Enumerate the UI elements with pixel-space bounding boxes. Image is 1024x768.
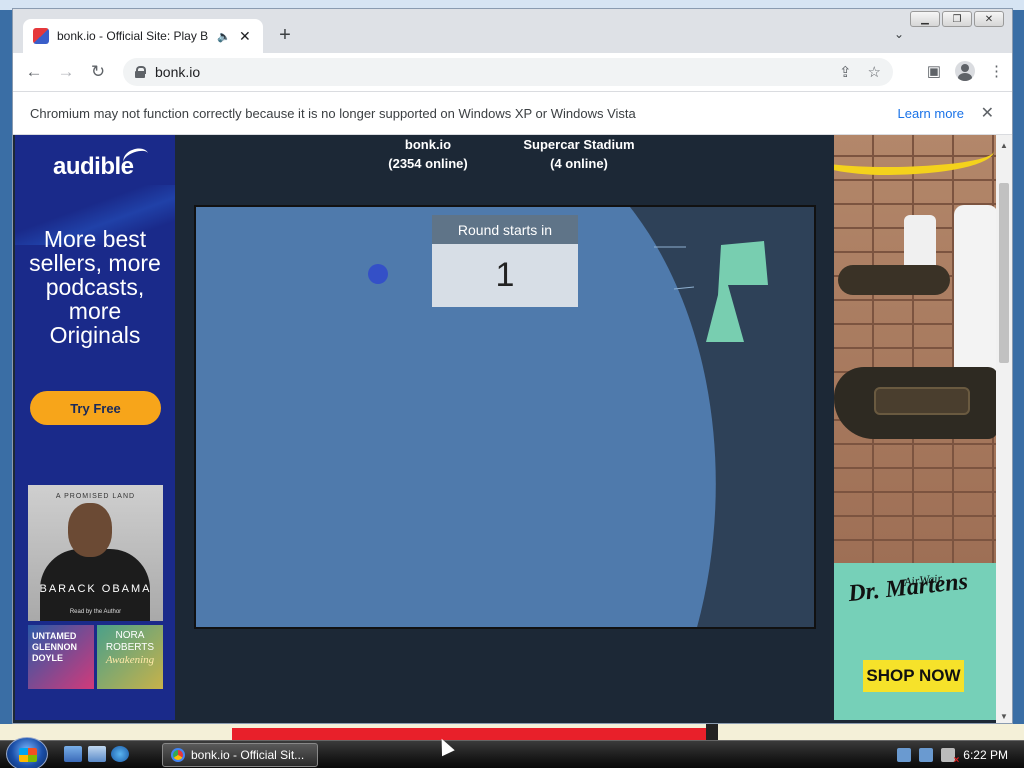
arena-platform xyxy=(706,241,768,342)
learn-more-link[interactable]: Learn more xyxy=(898,106,964,121)
toolbar-right-actions: ▣ ⋮ xyxy=(927,61,1004,81)
countdown-value: 1 xyxy=(495,256,515,294)
desktop-background-strip xyxy=(0,724,1024,740)
room-name: Supercar Stadium xyxy=(523,137,635,152)
show-desktop-icon[interactable] xyxy=(64,746,82,762)
book-cover-awakening[interactable]: NORA ROBERTS Awakening xyxy=(97,625,163,689)
page-scrollbar[interactable]: ▲ ▼ xyxy=(996,135,1012,723)
bonk-favicon-icon xyxy=(33,28,49,44)
scrollbar-thumb[interactable] xyxy=(999,183,1009,363)
forward-button[interactable]: → xyxy=(55,61,77,83)
omnibox-actions: ⇪ ☆ xyxy=(839,58,893,86)
window-controls: ▁ ❐ ✕ xyxy=(910,11,1004,27)
taskbar-item-chromium[interactable]: bonk.io - Official Sit... xyxy=(162,743,318,767)
ad-sandal-buckle xyxy=(874,387,970,415)
browser-toolbar: ← → ↻ bonk.io ⇪ ☆ ▣ ⋮ xyxy=(13,53,1012,91)
bookmark-star-icon[interactable]: ☆ xyxy=(868,63,881,81)
cover-figure-face xyxy=(68,503,112,557)
taskbar-item-label: bonk.io - Official Sit... xyxy=(191,748,305,762)
profile-avatar-icon[interactable] xyxy=(955,61,975,81)
countdown-label: Round starts in xyxy=(432,215,578,244)
book-cover-untamed[interactable]: UNTAMED GLENNON DOYLE xyxy=(28,625,94,689)
internet-explorer-icon[interactable] xyxy=(111,746,129,762)
desktop-dark-band xyxy=(706,724,718,740)
back-button[interactable]: ← xyxy=(23,61,45,83)
game-canvas[interactable]: Round starts in 1 xyxy=(194,205,816,629)
tab-bonk[interactable]: bonk.io - Official Site: Play B 🔈 ✕ xyxy=(23,19,263,53)
browser-window: ▁ ❐ ✕ bonk.io - Official Site: Play B 🔈 … xyxy=(12,8,1013,724)
volume-muted-icon[interactable] xyxy=(941,748,959,766)
dr-martens-ad[interactable]: Dr. Martens AirWair SHOP NOW xyxy=(834,135,998,720)
page-content: audible More best sellers, more podcasts… xyxy=(13,135,998,723)
start-button[interactable] xyxy=(6,737,48,768)
address-bar[interactable]: bonk.io ⇪ ☆ xyxy=(123,58,893,86)
new-tab-button[interactable]: + xyxy=(275,25,295,45)
desktop-red-band xyxy=(232,728,712,740)
infobar-close-icon[interactable]: ✕ xyxy=(981,103,994,123)
restore-button[interactable]: ❐ xyxy=(942,11,972,27)
chrome-menu-icon[interactable]: ⋮ xyxy=(989,62,1004,80)
server-stats: bonk.io (2354 online) xyxy=(373,135,483,173)
book-cover-promised-land[interactable]: A PROMISED LAND BARACK OBAMA Read by the… xyxy=(28,485,163,621)
windows-flag-icon xyxy=(19,748,37,762)
speaker-icon[interactable]: 🔈 xyxy=(217,30,231,43)
audible-signal-icon xyxy=(120,145,152,171)
tab-title: bonk.io - Official Site: Play B xyxy=(57,29,209,43)
server-online-count: (2354 online) xyxy=(388,156,468,171)
explorer-icon[interactable] xyxy=(88,746,106,762)
player-ball xyxy=(368,264,388,284)
book-b-author: NORA ROBERTS xyxy=(105,630,155,653)
scroll-down-icon[interactable]: ▼ xyxy=(1000,712,1008,721)
close-window-button[interactable]: ✕ xyxy=(974,11,1004,27)
book-main-author: BARACK OBAMA xyxy=(39,583,152,595)
book-main-reader: Read by the Author xyxy=(69,609,122,615)
room-stats: Supercar Stadium (4 online) xyxy=(509,135,649,173)
tab-search-icon[interactable]: ⌄ xyxy=(894,27,904,41)
side-panel-icon[interactable]: ▣ xyxy=(927,62,941,80)
audible-ad[interactable]: audible More best sellers, more podcasts… xyxy=(15,135,175,720)
room-online-count: (4 online) xyxy=(550,156,608,171)
ad-sandal-left xyxy=(838,265,950,295)
address-bar-url[interactable]: bonk.io xyxy=(155,64,200,80)
scroll-up-icon[interactable]: ▲ xyxy=(1000,141,1008,150)
server-name: bonk.io xyxy=(404,137,452,152)
tab-close-icon[interactable]: ✕ xyxy=(239,28,253,45)
system-tray: 6:22 PM xyxy=(884,741,1024,768)
network-icon[interactable] xyxy=(897,748,912,762)
book-b-title: Awakening xyxy=(105,654,155,666)
ad-headline: More best sellers, more podcasts, more O… xyxy=(29,226,161,348)
monitor-icon[interactable] xyxy=(919,748,934,762)
infobar-message: Chromium may not function correctly beca… xyxy=(30,105,636,121)
shop-now-button[interactable]: SHOP NOW xyxy=(863,660,964,692)
share-icon[interactable]: ⇪ xyxy=(839,63,852,81)
clock[interactable]: 6:22 PM xyxy=(963,748,1008,762)
lock-icon[interactable] xyxy=(135,66,146,78)
windows-taskbar: bonk.io - Official Sit... 6:22 PM xyxy=(0,737,1024,768)
audible-logo: audible xyxy=(53,153,134,180)
unsupported-os-infobar: Chromium may not function correctly beca… xyxy=(13,91,1012,135)
minimize-button[interactable]: ▁ xyxy=(910,11,940,27)
book-main-title: A PROMISED LAND xyxy=(55,493,136,500)
chromium-icon xyxy=(171,748,185,762)
try-free-button[interactable]: Try Free xyxy=(30,391,161,425)
round-countdown: Round starts in 1 xyxy=(432,215,578,307)
reload-button[interactable]: ↻ xyxy=(87,61,109,83)
